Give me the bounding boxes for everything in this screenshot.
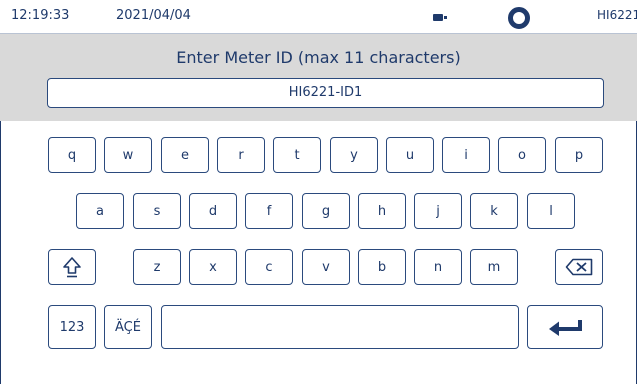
key-w[interactable]: w [104,137,152,173]
enter-icon [549,320,582,336]
key-i[interactable]: i [442,137,490,173]
key-h[interactable]: h [358,193,406,229]
numbers-key[interactable]: 123 [48,305,96,349]
key-e[interactable]: e [161,137,209,173]
space-key[interactable] [161,305,519,349]
key-z[interactable]: z [133,249,181,285]
entry-panel: Enter Meter ID (max 11 characters) HI622… [0,34,637,121]
key-g[interactable]: g [302,193,350,229]
status-time: 12:19:33 [11,8,70,23]
backspace-icon [565,258,593,276]
key-l[interactable]: l [527,193,575,229]
accents-key[interactable]: ÄÇÉ [104,305,152,349]
key-f[interactable]: f [245,193,293,229]
key-c[interactable]: c [245,249,293,285]
key-x[interactable]: x [189,249,237,285]
key-q[interactable]: q [48,137,96,173]
key-j[interactable]: j [414,193,462,229]
key-t[interactable]: t [273,137,321,173]
key-v[interactable]: v [302,249,350,285]
key-a[interactable]: a [76,193,124,229]
key-b[interactable]: b [358,249,406,285]
status-device: HI6221 [597,8,637,22]
key-m[interactable]: m [470,249,518,285]
status-bar: 12:19:33 2021/04/04 HI6221 [0,0,637,34]
meter-id-input[interactable]: HI6221-ID1 [47,78,604,108]
status-date: 2021/04/04 [116,8,191,23]
key-k[interactable]: k [470,193,518,229]
key-o[interactable]: o [498,137,546,173]
backspace-key[interactable] [555,249,603,285]
enter-key[interactable] [527,305,603,349]
key-r[interactable]: r [217,137,265,173]
key-p[interactable]: p [555,137,603,173]
entry-prompt: Enter Meter ID (max 11 characters) [176,48,461,67]
key-d[interactable]: d [189,193,237,229]
shift-icon [63,257,81,278]
key-n[interactable]: n [414,249,462,285]
key-s[interactable]: s [133,193,181,229]
battery-icon [433,14,447,21]
key-u[interactable]: u [386,137,434,173]
shift-key[interactable] [48,249,96,285]
record-ring-icon [508,7,530,29]
key-y[interactable]: y [330,137,378,173]
